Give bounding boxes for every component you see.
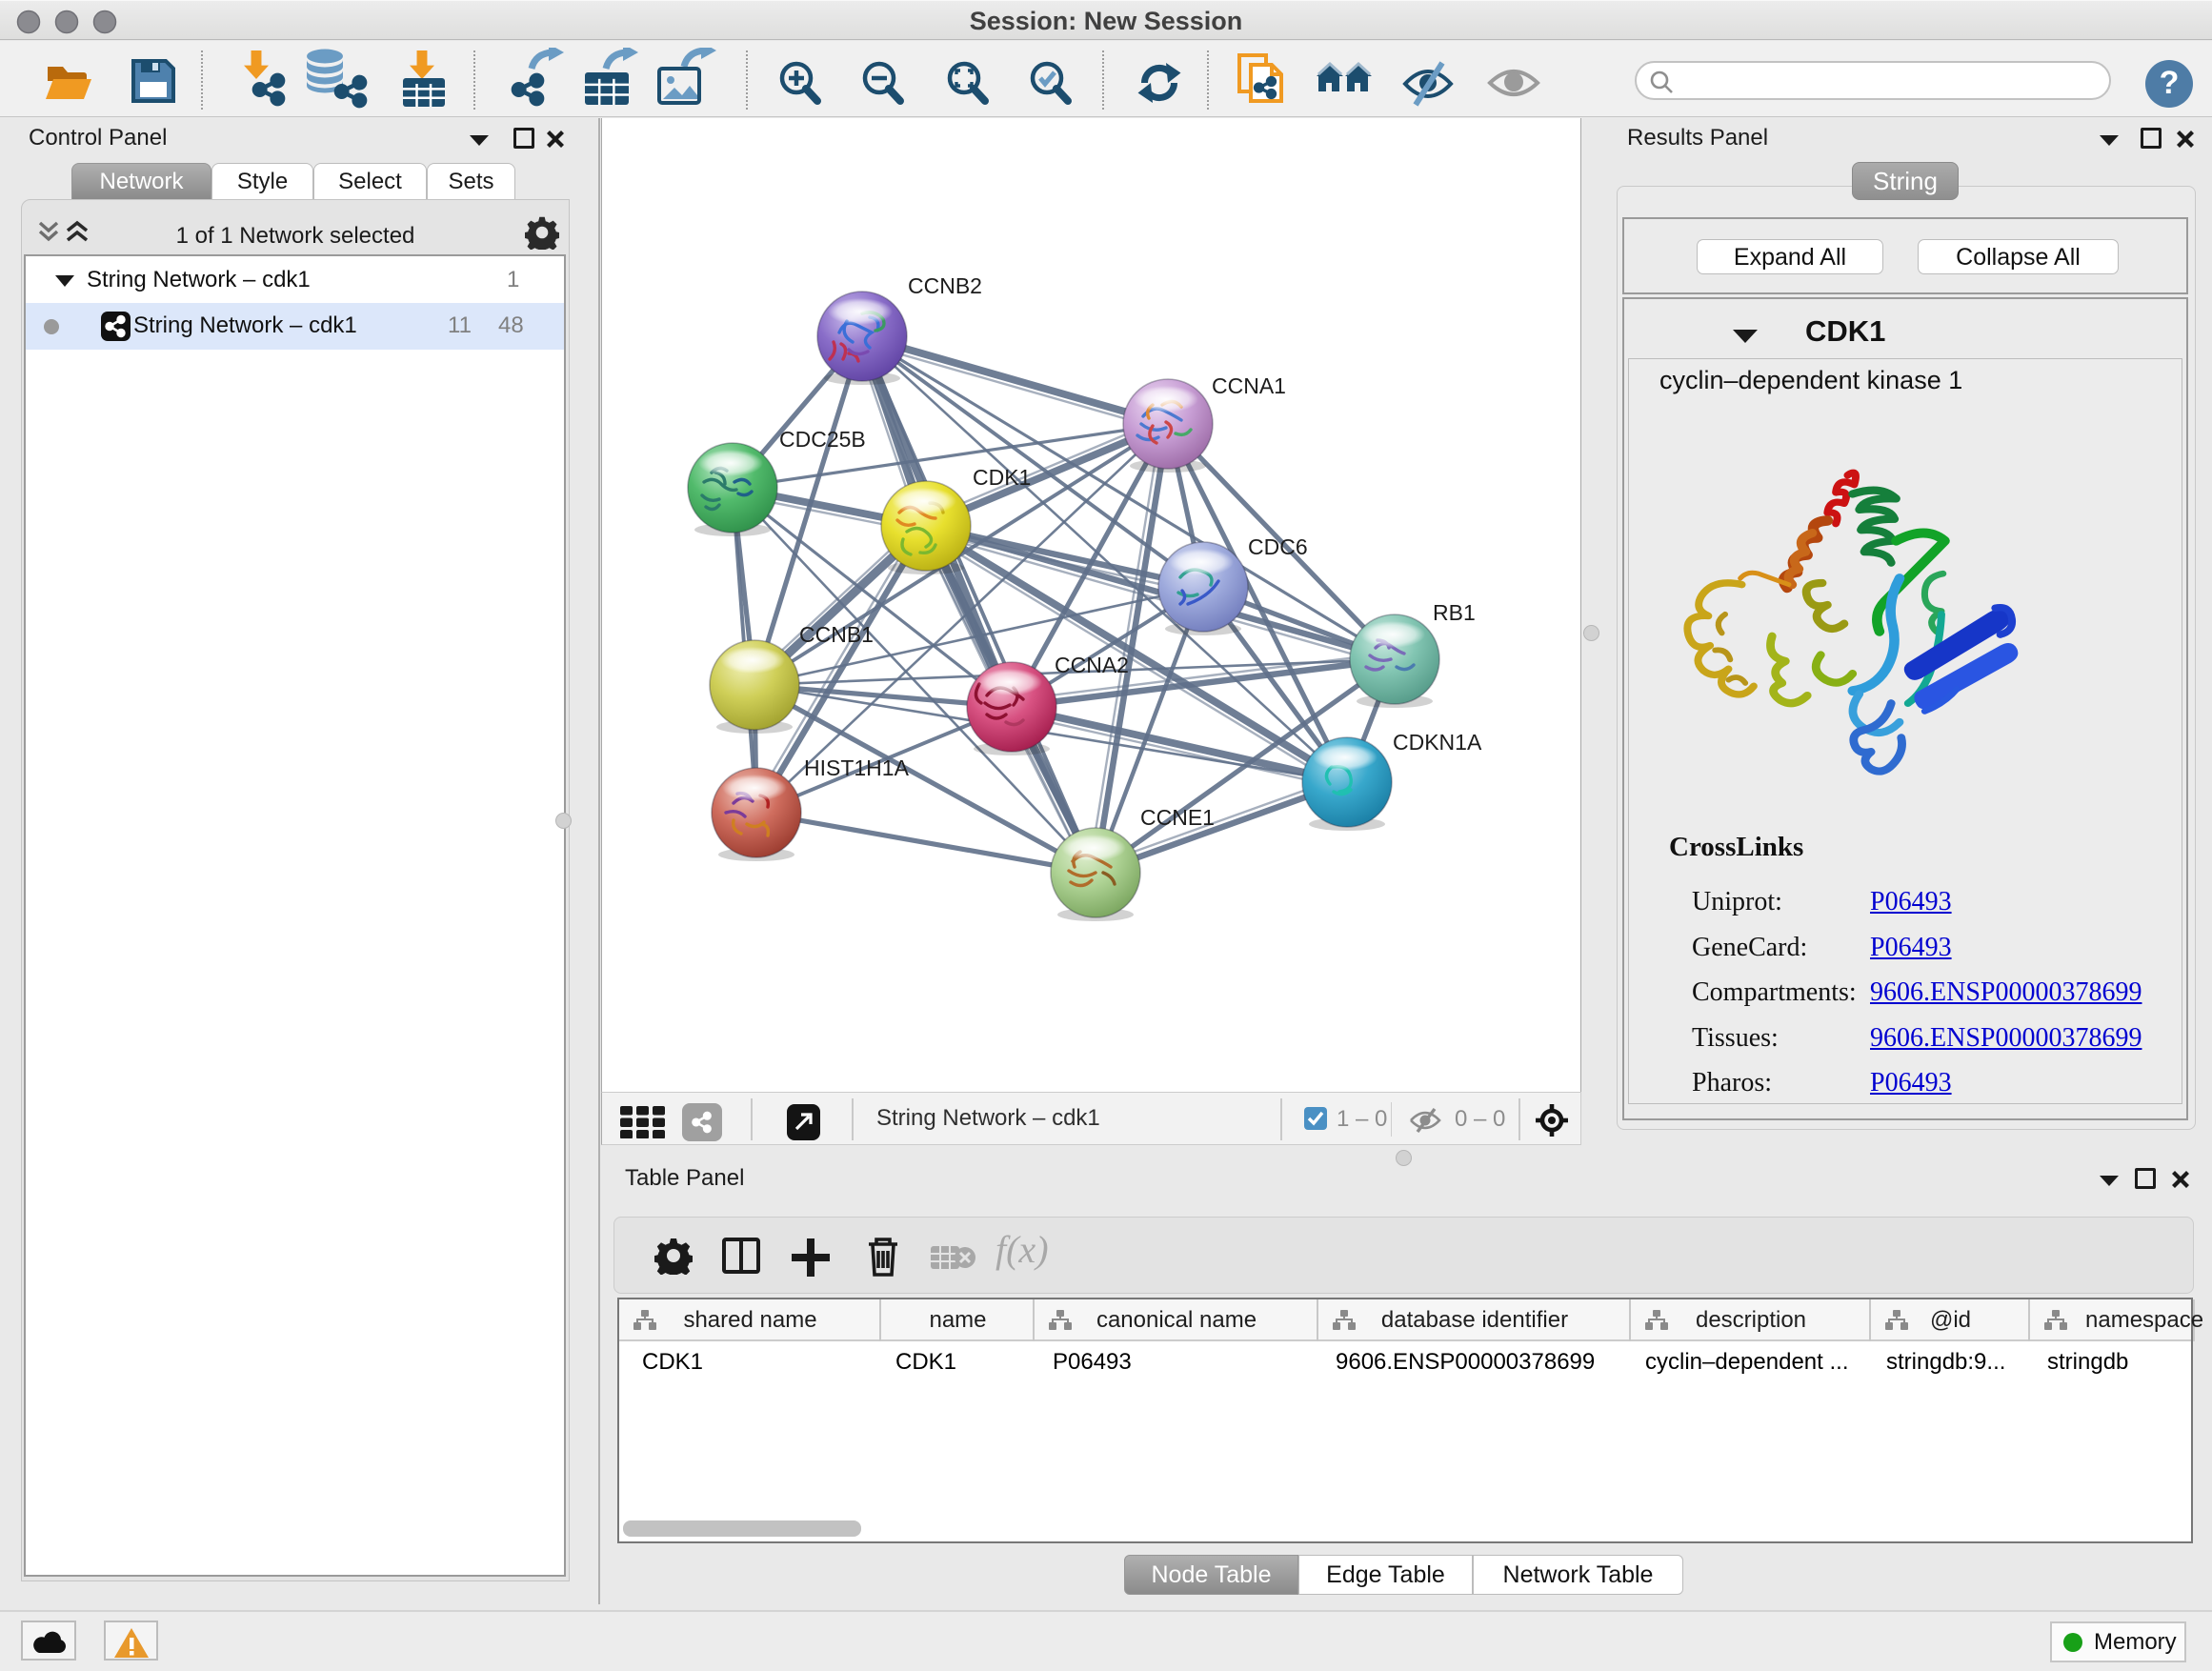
svg-text:HIST1H1A: HIST1H1A	[804, 755, 910, 780]
svg-text:CDC25B: CDC25B	[779, 427, 866, 452]
svg-text:CDKN1A: CDKN1A	[1393, 730, 1482, 755]
svg-text:CCNB1: CCNB1	[799, 622, 874, 647]
svg-text:CCNA2: CCNA2	[1055, 653, 1129, 677]
svg-text:CCNA1: CCNA1	[1212, 373, 1286, 398]
svg-text:CCNE1: CCNE1	[1140, 805, 1215, 830]
svg-text:CCNB2: CCNB2	[908, 273, 982, 298]
svg-text:CDC6: CDC6	[1248, 534, 1308, 559]
svg-text:RB1: RB1	[1433, 600, 1476, 625]
svg-text:CDK1: CDK1	[973, 465, 1031, 490]
